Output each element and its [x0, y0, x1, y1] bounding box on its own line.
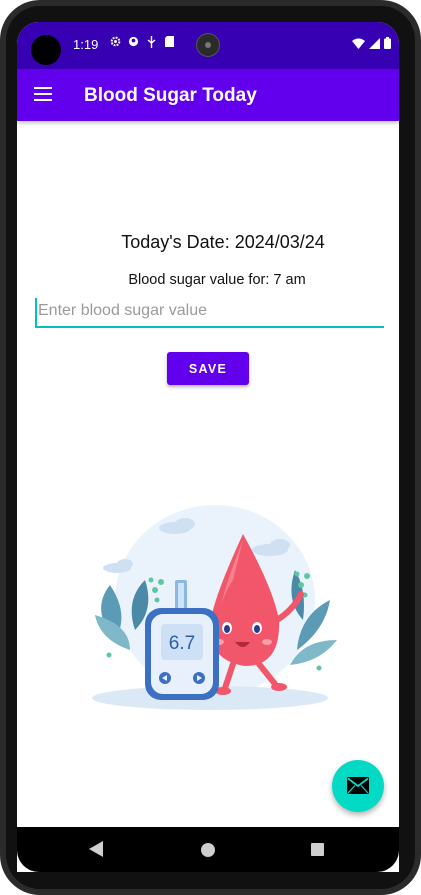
status-system-icons: [352, 36, 391, 54]
status-bar: 1:19: [17, 22, 399, 69]
blood-sugar-time-label: Blood sugar value for: 7 am: [128, 272, 306, 288]
front-camera: [196, 33, 220, 57]
usb-icon: [145, 36, 157, 51]
blood-sugar-input[interactable]: [35, 298, 384, 328]
app-title: Blood Sugar Today: [84, 85, 257, 106]
battery-icon: [384, 36, 391, 54]
sd-card-icon: [163, 36, 175, 51]
signal-icon: [369, 36, 380, 54]
meter-reading-text: 6.7: [169, 633, 195, 654]
todays-date-label: Today's Date: 2024/03/24: [121, 232, 325, 252]
app-screen: 1:19 Blood Sugar Today Today's Date: 202…: [17, 22, 399, 872]
recents-icon[interactable]: [311, 843, 324, 856]
back-icon[interactable]: [89, 841, 103, 857]
settings-icon: [109, 36, 121, 51]
status-notification-icons: [109, 36, 175, 51]
menu-icon[interactable]: [34, 87, 52, 101]
camera-cutout: [31, 35, 61, 65]
app-bar: Blood Sugar Today: [17, 69, 399, 121]
email-icon: [347, 777, 369, 794]
status-time: 1:19: [73, 37, 99, 52]
navigation-bar: [17, 827, 399, 872]
email-fab-button[interactable]: [332, 760, 384, 812]
blood-sugar-illustration: 6.7: [92, 505, 337, 710]
save-button[interactable]: SAVE: [167, 352, 249, 385]
home-icon[interactable]: [201, 843, 215, 857]
wifi-icon: [352, 36, 365, 54]
sync-icon: [127, 36, 139, 51]
